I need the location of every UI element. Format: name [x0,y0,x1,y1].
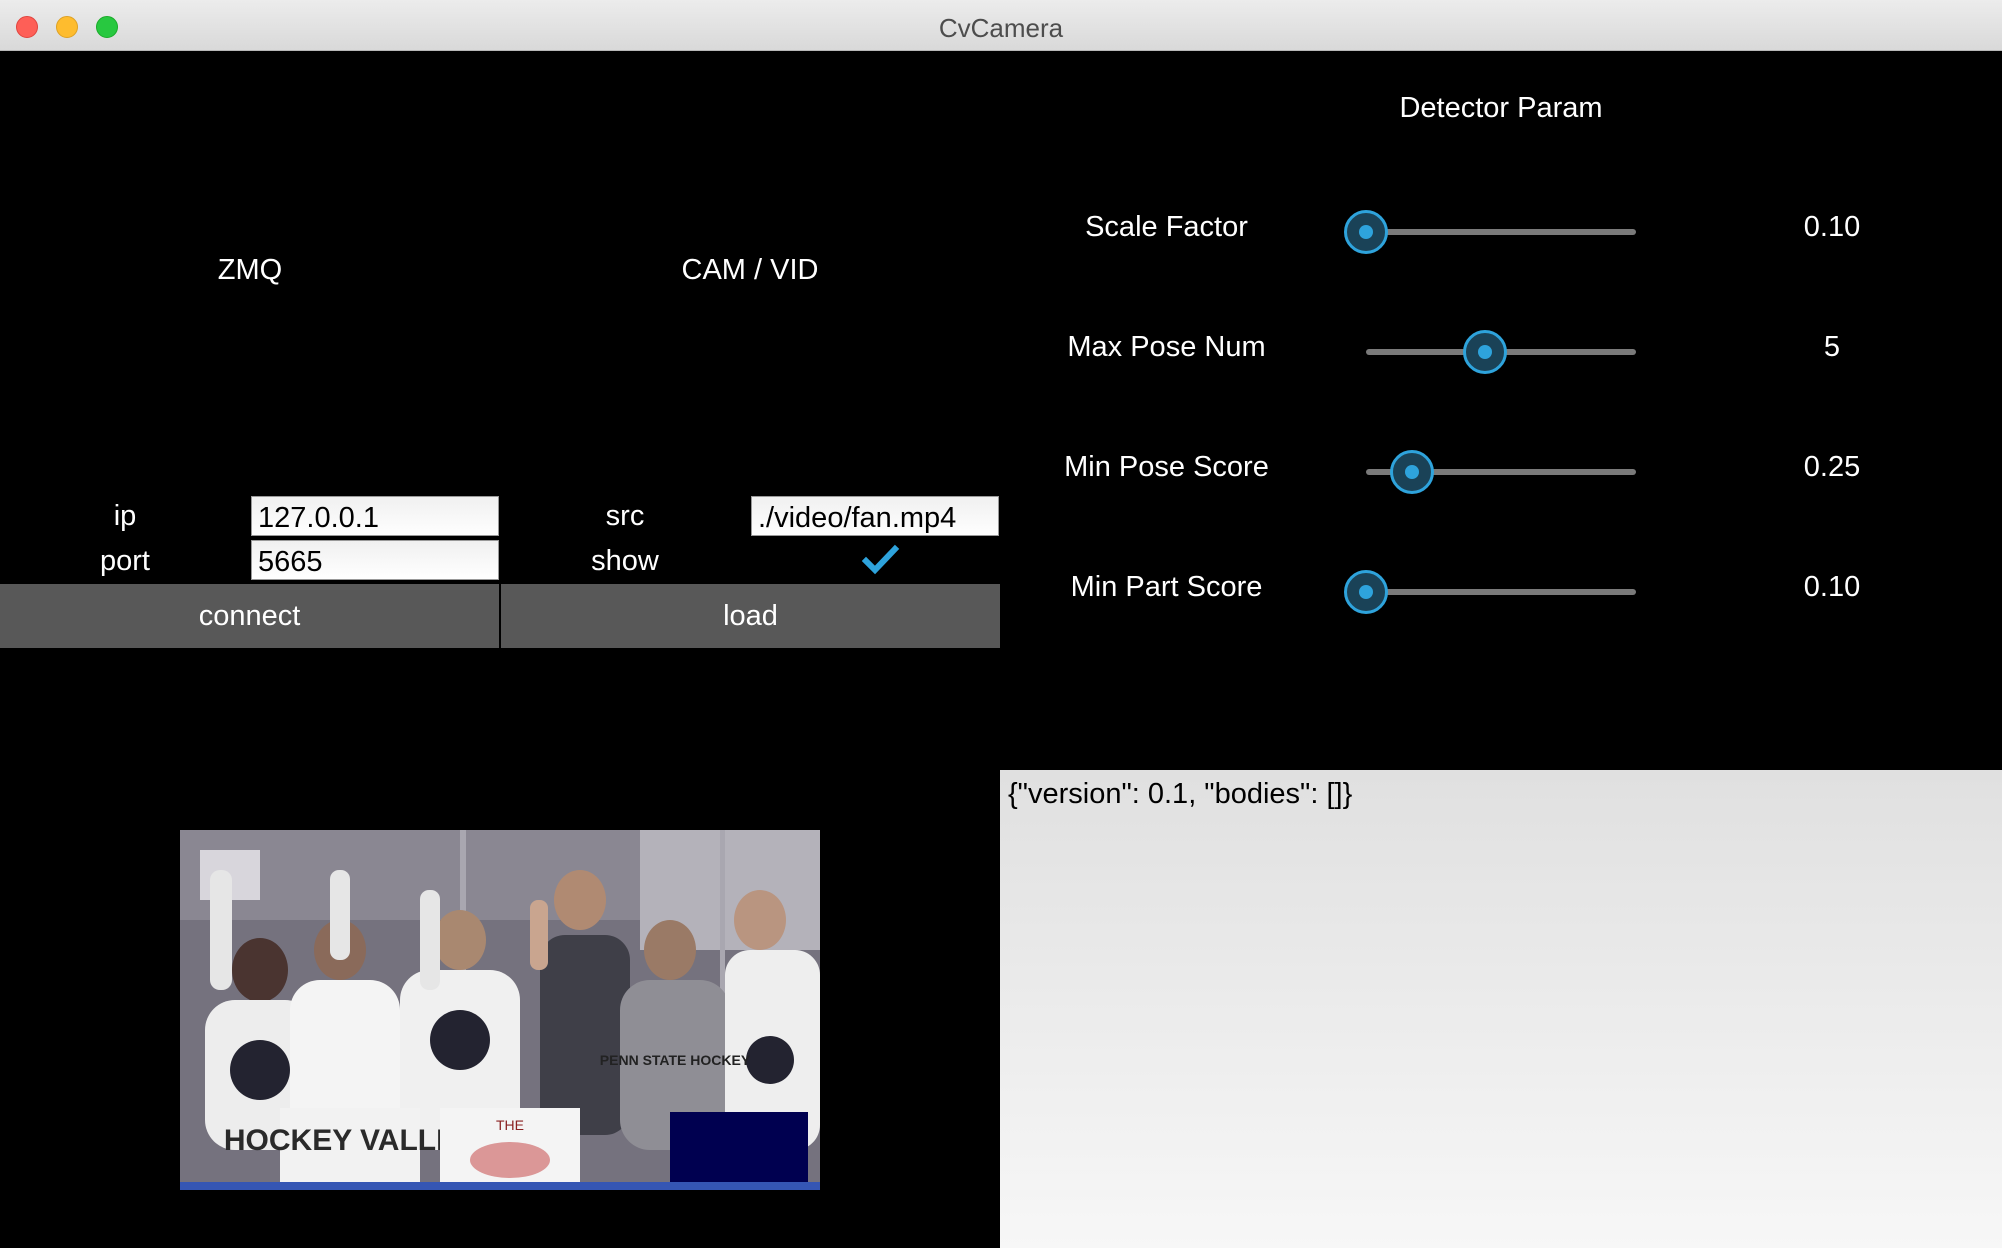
ip-input[interactable]: 127.0.0.1 [251,496,499,536]
video-frame-image: PENN STATE HOCKEY HOCKEY VALLEY THE [180,830,820,1190]
src-label: src [605,500,645,532]
port-input[interactable]: 5665 [251,540,499,580]
window-title: CvCamera [938,13,1064,43]
app-window: CvCamera ZMQ ip 127.0.0.1 port 5665 conn… [0,0,2002,1248]
video-preview: PENN STATE HOCKEY HOCKEY VALLEY THE [180,830,820,1190]
scale-factor-slider-track[interactable] [1366,229,1636,235]
zmq-header: ZMQ [217,254,283,286]
show-checkbox[interactable] [860,540,900,580]
scale-factor-slider-thumb[interactable] [1344,210,1388,254]
scale-factor-label: Scale Factor [1085,211,1248,243]
max-pose-num-value: 5 [1823,331,1841,363]
board-text: THE [496,1117,524,1133]
scale-factor-value: 0.10 [1803,211,1861,243]
connect-button[interactable]: connect [0,584,499,648]
min-part-score-value: 0.10 [1803,571,1861,603]
load-button[interactable]: load [501,584,1000,648]
port-label: port [100,545,150,577]
checkmark-icon [861,544,900,575]
min-part-score-label: Min Part Score [1070,571,1263,603]
src-input[interactable]: ./video/fan.mp4 [751,496,999,536]
ip-label: ip [113,500,137,532]
title-bar[interactable]: CvCamera [0,0,2002,51]
min-part-score-slider-track[interactable] [1366,589,1636,595]
json-output-text[interactable]: {"version": 0.1, "bodies": []} [1000,770,2002,1248]
min-pose-score-value: 0.25 [1803,451,1861,483]
detector-param-header: Detector Param [1399,92,1603,124]
cam-vid-header: CAM / VID [681,254,819,286]
min-pose-score-slider-thumb[interactable] [1389,450,1434,494]
min-pose-score-label: Min Pose Score [1064,451,1269,483]
show-label: show [591,545,659,577]
hockey-valley-sign: HOCKEY VALLEY [224,1124,476,1157]
max-pose-num-slider-thumb[interactable] [1462,330,1507,374]
max-pose-num-label: Max Pose Num [1067,331,1266,363]
shirt-text: PENN STATE HOCKEY [600,1052,751,1068]
min-part-score-slider-thumb[interactable] [1344,570,1388,614]
